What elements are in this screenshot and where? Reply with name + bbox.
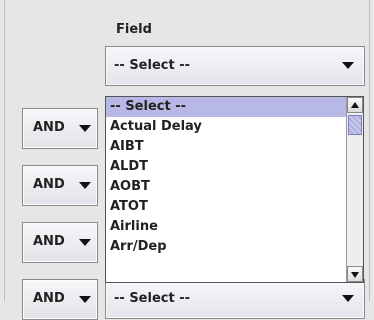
and-operator-button[interactable]: AND	[22, 108, 98, 149]
chevron-down-icon	[79, 239, 91, 246]
scrollbar-thumb[interactable]	[348, 115, 362, 135]
dropdown-options: -- Select -- Actual Delay AIBT ALDT AOBT…	[106, 97, 346, 282]
and-operator-label: AND	[33, 234, 65, 249]
dropdown-option-actual-delay[interactable]: Actual Delay	[106, 117, 346, 137]
and-operator-label: AND	[33, 120, 65, 135]
chevron-down-icon	[79, 182, 91, 189]
dropdown-option-atot[interactable]: ATOT	[106, 197, 346, 217]
chevron-down-icon	[342, 62, 354, 69]
arrow-up-icon	[351, 102, 359, 108]
and-operator-button[interactable]: AND	[22, 279, 98, 320]
field-combo-box[interactable]: -- Select --	[105, 46, 365, 86]
field-combo-value: -- Select --	[114, 291, 191, 306]
chevron-down-icon	[79, 296, 91, 303]
arrow-down-icon	[351, 272, 359, 278]
and-operator-label: AND	[33, 177, 65, 192]
dropdown-option-arr-dep[interactable]: Arr/Dep	[106, 237, 346, 257]
field-column-header: Field	[116, 22, 152, 37]
chevron-down-icon	[79, 125, 91, 132]
dropdown-option-airline[interactable]: Airline	[106, 217, 346, 237]
dropdown-option-aibt[interactable]: AIBT	[106, 137, 346, 157]
scroll-down-button[interactable]	[347, 266, 363, 282]
and-operator-label: AND	[33, 291, 65, 306]
and-operator-button[interactable]: AND	[22, 222, 98, 263]
field-dropdown-list[interactable]: -- Select -- Actual Delay AIBT ALDT AOBT…	[105, 96, 364, 283]
dropdown-option-select[interactable]: -- Select --	[106, 97, 346, 117]
dropdown-scrollbar[interactable]	[346, 97, 363, 282]
and-operator-button[interactable]: AND	[22, 165, 98, 206]
field-combo-box-bottom[interactable]: -- Select --	[105, 279, 365, 319]
dropdown-option-aobt[interactable]: AOBT	[106, 177, 346, 197]
scroll-up-button[interactable]	[347, 97, 363, 113]
field-combo-value: -- Select --	[114, 58, 191, 73]
dropdown-option-aldt[interactable]: ALDT	[106, 157, 346, 177]
